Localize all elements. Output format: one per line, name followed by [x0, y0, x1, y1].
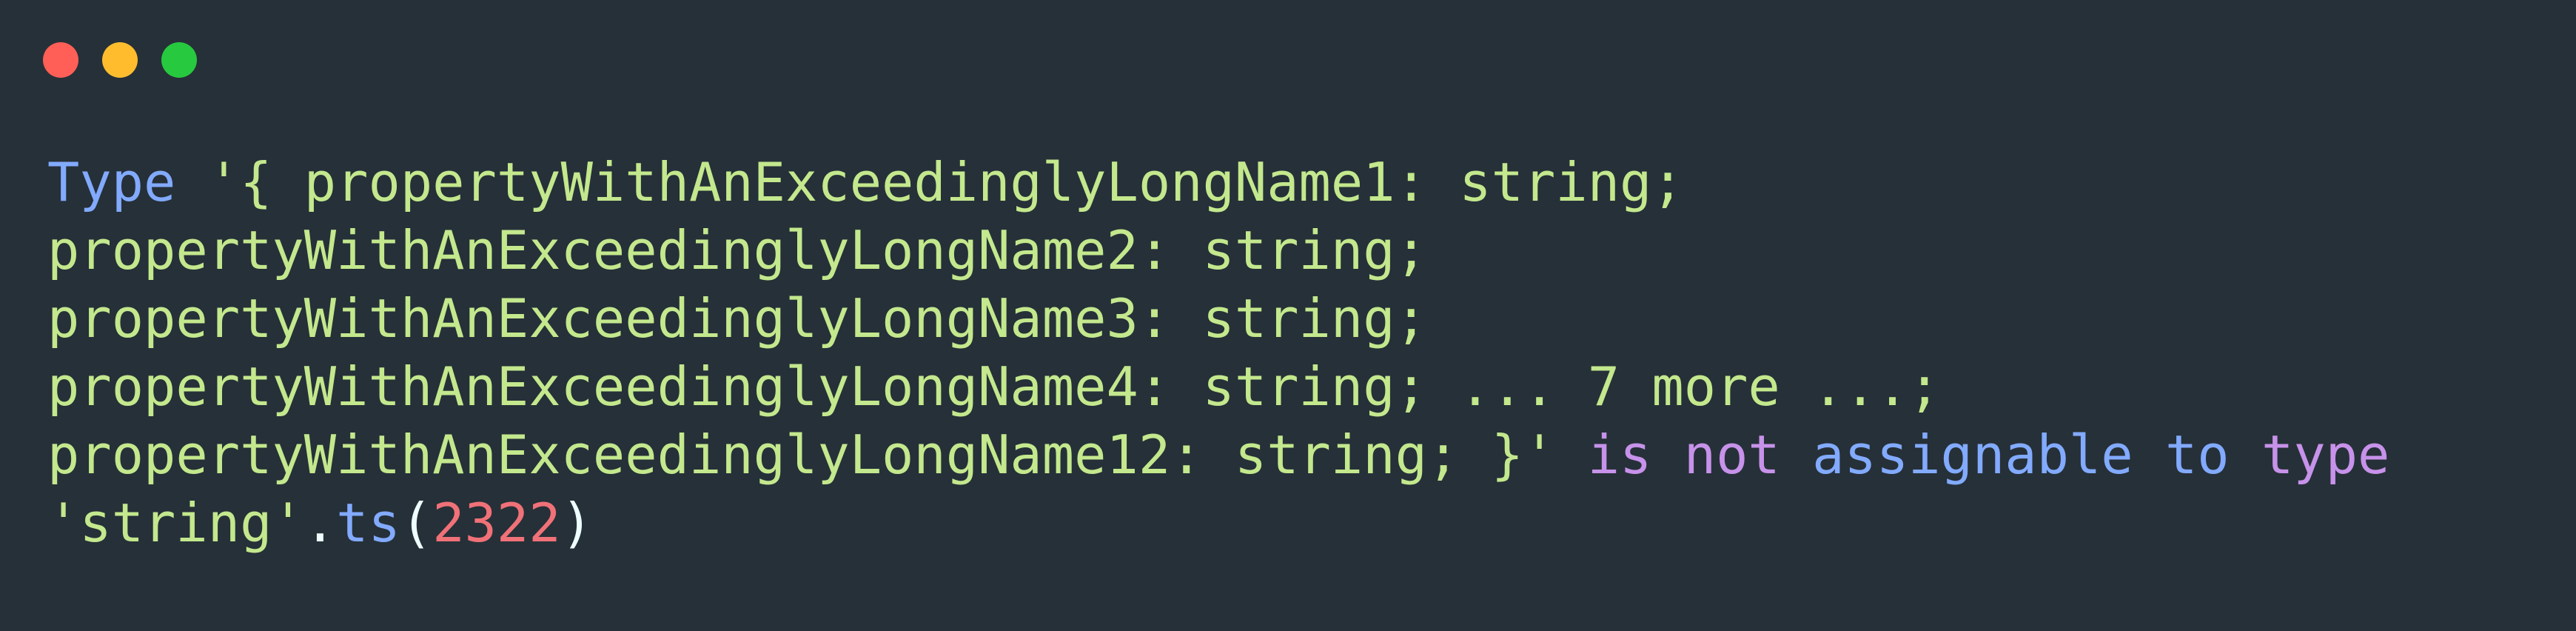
- code-token-plain: .: [303, 492, 337, 554]
- code-token-string: propertyWithAnExceedinglyLongName2: stri…: [47, 219, 1427, 281]
- code-token-operator: is not: [1555, 424, 1780, 486]
- close-button[interactable]: [43, 42, 78, 78]
- code-token-string: propertyWithAnExceedinglyLongName4: stri…: [47, 355, 1941, 418]
- code-line: propertyWithAnExceedinglyLongName12: str…: [47, 421, 2389, 489]
- code-token-string: '{ propertyWithAnExceedinglyLongName1: s…: [175, 151, 1684, 213]
- window-controls: [43, 42, 197, 78]
- minimize-button[interactable]: [102, 42, 138, 78]
- code-token-plain: (: [400, 492, 433, 554]
- code-token-plain: ): [560, 492, 593, 554]
- maximize-button[interactable]: [161, 42, 197, 78]
- code-line: propertyWithAnExceedinglyLongName4: stri…: [47, 353, 2389, 421]
- code-token-keyword: assignable to: [1780, 424, 2230, 486]
- code-token-property: ts: [336, 492, 400, 554]
- code-token-keyword: Type: [47, 151, 176, 213]
- code-window: Type '{ propertyWithAnExceedinglyLongNam…: [0, 0, 2576, 631]
- code-token-string: 'string': [47, 492, 304, 554]
- code-token-operator: type: [2229, 424, 2390, 486]
- code-token-number: 2322: [432, 492, 561, 554]
- code-token-string: propertyWithAnExceedinglyLongName3: stri…: [47, 287, 1427, 350]
- error-message-code-block: Type '{ propertyWithAnExceedinglyLongNam…: [47, 148, 2389, 557]
- code-line: propertyWithAnExceedinglyLongName3: stri…: [47, 284, 2389, 353]
- code-line: 'string'.ts(2322): [47, 489, 2389, 557]
- code-line: Type '{ propertyWithAnExceedinglyLongNam…: [47, 148, 2389, 216]
- code-line: propertyWithAnExceedinglyLongName2: stri…: [47, 216, 2389, 284]
- code-token-string: propertyWithAnExceedinglyLongName12: str…: [47, 424, 1556, 486]
